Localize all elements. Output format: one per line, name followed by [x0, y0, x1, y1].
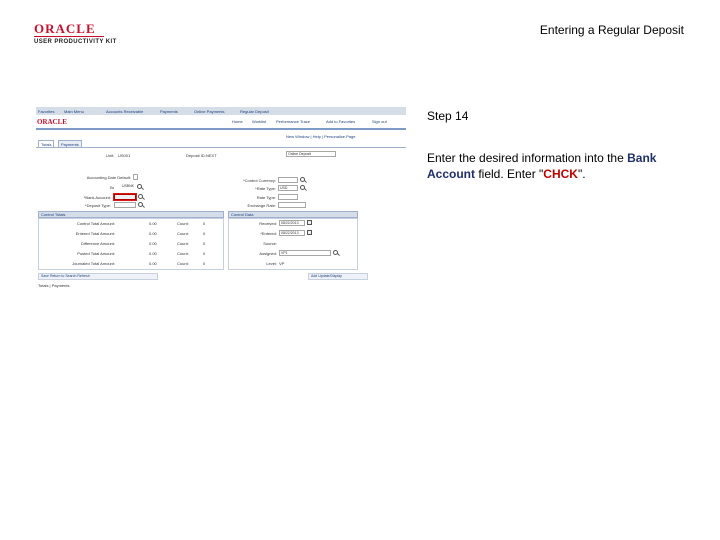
deposit-type-field[interactable]	[114, 202, 136, 208]
deposit-id-value: NEXT	[206, 153, 217, 158]
assigned-lookup-icon[interactable]	[333, 250, 338, 255]
oracle-upk-logo: ORACLE USER PRODUCTIVITY KIT	[34, 22, 134, 45]
assigned-label: Assigned:	[259, 251, 277, 256]
difference-count: 0	[203, 241, 206, 246]
difference-amount-label: Difference Amount:	[81, 241, 115, 246]
entered-date-field[interactable]: 08/22/2013	[279, 230, 305, 236]
add-to-favorites-link[interactable]: Add to Favorites	[326, 119, 355, 124]
control-total-amount-label: Control Total Amount:	[76, 221, 115, 226]
performance-trace-link[interactable]: Performance Trace	[276, 119, 310, 124]
journaled-total-amount: 0.00	[149, 261, 157, 266]
deposit-id-label: Deposit ID:	[186, 153, 206, 158]
control-currency-label: *Control Currency:	[243, 178, 276, 183]
breadcrumb-item[interactable]: Main Menu	[64, 109, 84, 114]
tab-divider	[36, 147, 406, 148]
save-toolbar[interactable]: Save Return to Search Refresh	[38, 273, 158, 280]
slide-title: Entering a Regular Deposit	[539, 23, 684, 37]
breadcrumb-item[interactable]: Online Payments	[194, 109, 224, 114]
tab-payments[interactable]: Payments	[58, 140, 82, 147]
difference-amount: 0.00	[149, 241, 157, 246]
level-value: VP	[279, 261, 285, 266]
control-totals-box: Control Total Amount: 0.00 Count: 0 Ente…	[38, 218, 224, 270]
worklist-link[interactable]: Worklist	[252, 119, 266, 124]
assigned-field[interactable]: VP1	[279, 250, 331, 256]
instruction-text: ".	[577, 167, 586, 181]
control-totals-header: Control Totals	[38, 211, 224, 218]
step-title: Step 14	[427, 109, 469, 123]
footer-links[interactable]: Totals | Payments	[38, 283, 70, 288]
oracle-wordmark: ORACLE	[34, 22, 134, 37]
control-currency-field[interactable]	[278, 177, 298, 183]
bank-account-label: *Bank Account:	[83, 195, 111, 200]
app-oracle-logo: ORACLE	[37, 118, 67, 126]
posted-total-amount: 0.00	[149, 251, 157, 256]
accounting-date-label: Accounting Date Default:	[86, 175, 131, 180]
page-links[interactable]: New Window | Help | Personalize Page	[286, 134, 355, 139]
breadcrumb-item[interactable]: Accounts Receivable	[106, 109, 143, 114]
received-label: Received:	[259, 221, 277, 226]
breadcrumb-item[interactable]: Favorites	[38, 109, 54, 114]
count-label: Count:	[177, 251, 189, 256]
control-total-amount: 0.00	[149, 221, 157, 226]
control-data-header: Control Data	[228, 211, 358, 218]
count-label: Count:	[177, 221, 189, 226]
breadcrumb: Favorites Main Menu Accounts Receivable …	[36, 107, 406, 115]
add-update-toolbar[interactable]: Add Update/Display	[308, 273, 368, 280]
breadcrumb-item[interactable]: Regular Deposit	[240, 109, 269, 114]
bank-code-field[interactable]: USBNK	[114, 184, 134, 190]
accounting-date-default-field[interactable]	[133, 174, 138, 180]
sign-out-link[interactable]: Sign out	[372, 119, 387, 124]
instruction-text: field. Enter "	[475, 167, 544, 181]
rate-type-label: *Rate Type:	[255, 186, 276, 191]
unit-label: Unit:	[106, 153, 115, 158]
received-date-field[interactable]: 08/22/2013	[279, 220, 305, 226]
exchange-rate-field[interactable]	[278, 202, 306, 208]
instruction-value: CHCK	[543, 167, 578, 181]
entered-count: 0	[203, 231, 206, 236]
control-count: 0	[203, 221, 206, 226]
control-data-box: Received: 08/22/2013 *Entered: 08/22/201…	[228, 218, 358, 270]
posted-count: 0	[203, 251, 206, 256]
bank-code-lookup-icon[interactable]	[137, 184, 142, 189]
rate-type-field[interactable]: USD	[278, 185, 298, 191]
header-divider	[36, 128, 406, 130]
level-label: Level:	[266, 261, 277, 266]
entered-total-amount: 0.00	[149, 231, 157, 236]
step-instruction: Enter the desired information into the B…	[427, 150, 697, 182]
tab-totals[interactable]: Totals	[38, 140, 55, 147]
rate-type-2-field[interactable]	[278, 194, 298, 200]
home-link[interactable]: Home	[232, 119, 243, 124]
posted-total-amount-label: Posted Total Amount:	[77, 251, 115, 256]
journaled-count: 0	[203, 261, 206, 266]
count-label: Count:	[177, 261, 189, 266]
calendar-icon[interactable]	[307, 220, 312, 225]
entered-label: *Entered:	[260, 231, 277, 236]
calendar-icon[interactable]	[307, 230, 312, 235]
app-screenshot: Favorites Main Menu Accounts Receivable …	[36, 107, 406, 292]
count-label: Count:	[177, 231, 189, 236]
deposit-type-lookup-icon[interactable]	[138, 202, 143, 207]
breadcrumb-item[interactable]: Payments	[160, 109, 178, 114]
upk-subtitle: USER PRODUCTIVITY KIT	[34, 39, 117, 45]
journaled-total-amount-label: Journaled Total Amount:	[72, 261, 115, 266]
deposit-status: Online Deposit	[286, 151, 336, 157]
bank-account-field[interactable]	[114, 194, 136, 200]
rate-type-lookup-icon[interactable]	[300, 185, 305, 190]
deposit-type-label: *Deposit Type:	[85, 203, 111, 208]
bank-account-lookup-icon[interactable]	[138, 194, 143, 199]
unit-value: US001	[118, 153, 131, 158]
exchange-rate-label: Exchange Rate:	[247, 203, 276, 208]
rate-type-2-label: Rate Type:	[256, 195, 276, 200]
count-label: Count:	[177, 241, 189, 246]
entered-total-amount-label: Entered Total Amount:	[75, 231, 115, 236]
control-currency-lookup-icon[interactable]	[300, 177, 305, 182]
instruction-text: Enter the desired information into the	[427, 151, 628, 165]
source-label: Source:	[263, 241, 277, 246]
